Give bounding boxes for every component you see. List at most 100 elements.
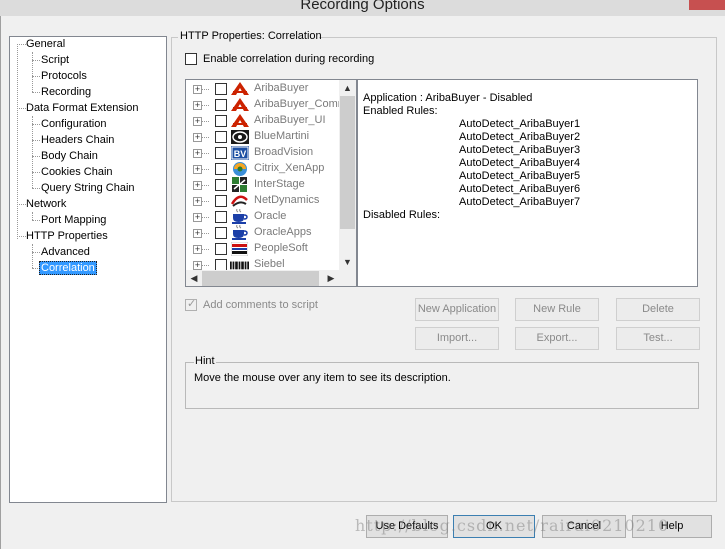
enabled-rule: AutoDetect_AribaBuyer3 (459, 144, 581, 156)
new-rule-button[interactable]: New Rule (515, 298, 599, 321)
scroll-right-arrow-icon[interactable]: ▶ (323, 270, 339, 286)
list-item[interactable]: + AribaBuyer_Comm (186, 97, 347, 113)
tree-line (202, 121, 209, 122)
application-checkbox[interactable] (215, 115, 227, 127)
tree-item-http-properties[interactable]: HTTP Properties (25, 229, 109, 243)
tree-item-network[interactable]: Network (25, 197, 67, 211)
tree-item-protocols[interactable]: Protocols (40, 69, 88, 83)
application-checkbox[interactable] (215, 211, 227, 223)
tree-item-recording[interactable]: Recording (40, 85, 92, 99)
application-name: OracleApps (254, 226, 312, 238)
tree-line (32, 220, 40, 221)
expand-icon[interactable]: + (193, 261, 202, 270)
list-horizontal-scrollbar[interactable]: ◀ ▶ (186, 270, 339, 286)
tree-item-data-format-extension[interactable]: Data Format Extension (25, 101, 140, 115)
expand-icon[interactable]: + (193, 149, 202, 158)
add-comments-label[interactable]: Add comments to script (203, 299, 318, 311)
application-name: Citrix_XenApp (254, 162, 325, 174)
tree-item-headers-chain[interactable]: Headers Chain (40, 133, 115, 147)
tree-item-general[interactable]: General (25, 37, 66, 51)
close-button[interactable] (689, 0, 725, 10)
application-checkbox[interactable] (215, 195, 227, 207)
tree-line (202, 249, 209, 250)
application-checkbox[interactable] (215, 131, 227, 143)
list-item[interactable]: + Citrix_XenApp (186, 161, 338, 177)
enable-correlation-checkbox[interactable] (185, 53, 197, 65)
expand-icon[interactable]: + (193, 229, 202, 238)
list-item[interactable]: + InterStage (186, 177, 338, 193)
new-application-button[interactable]: New Application (415, 298, 499, 321)
list-vertical-scrollbar[interactable]: ▲ ▼ (339, 80, 356, 270)
expand-icon[interactable]: + (193, 101, 202, 110)
tree-item-configuration[interactable]: Configuration (40, 117, 107, 131)
application-name: AribaBuyer_Comm (254, 98, 347, 110)
tree-item-query-string-chain[interactable]: Query String Chain (40, 181, 136, 195)
broadvision-icon: BV (230, 145, 249, 160)
application-checkbox[interactable] (215, 163, 227, 175)
ariba-icon (230, 97, 249, 112)
options-tree[interactable]: General Script Protocols Recording Data … (9, 36, 167, 503)
tree-line (202, 217, 209, 218)
tree-line (32, 124, 40, 125)
scroll-thumb[interactable] (202, 271, 319, 286)
scroll-down-arrow-icon[interactable]: ▼ (339, 254, 356, 270)
import-button[interactable]: Import... (415, 327, 499, 350)
bluemartini-icon (230, 129, 249, 144)
tree-item-port-mapping[interactable]: Port Mapping (40, 213, 107, 227)
scroll-thumb[interactable] (340, 96, 355, 229)
tree-item-script[interactable]: Script (40, 53, 70, 67)
svg-text:BV: BV (233, 149, 246, 159)
application-name: PeopleSoft (254, 242, 308, 254)
application-name: AribaBuyer_UI (254, 114, 326, 126)
expand-icon[interactable]: + (193, 117, 202, 126)
enabled-rule: AutoDetect_AribaBuyer2 (459, 131, 581, 143)
application-list[interactable]: + AribaBuyer + AribaBuyer_Comm + AribaBu… (185, 79, 357, 287)
expand-icon[interactable]: + (193, 197, 202, 206)
list-item[interactable]: + NetDynamics (186, 193, 338, 209)
tree-line (202, 201, 209, 202)
test-button[interactable]: Test... (616, 327, 700, 350)
list-item[interactable]: + BlueMartini (186, 129, 338, 145)
application-checkbox[interactable] (215, 99, 227, 111)
add-comments-checkbox[interactable] (185, 297, 197, 311)
oracle-cup-icon (230, 225, 249, 240)
tree-line (202, 153, 209, 154)
tree-line (202, 169, 209, 170)
delete-button[interactable]: Delete (616, 298, 700, 321)
list-item[interactable]: + AribaBuyer (186, 81, 338, 97)
export-button[interactable]: Export... (515, 327, 599, 350)
application-name: AribaBuyer (254, 82, 309, 94)
tree-line (32, 140, 40, 141)
tree-line (32, 116, 33, 188)
expand-icon[interactable]: + (193, 181, 202, 190)
enabled-rule: AutoDetect_AribaBuyer4 (459, 157, 581, 169)
window-title: Recording Options (300, 0, 425, 13)
expand-icon[interactable]: + (193, 245, 202, 254)
application-checkbox[interactable] (215, 227, 227, 239)
enable-correlation-label[interactable]: Enable correlation during recording (203, 53, 374, 65)
tree-item-advanced[interactable]: Advanced (40, 245, 91, 259)
application-name: NetDynamics (254, 194, 320, 206)
list-item[interactable]: + Oracle (186, 209, 338, 225)
list-item[interactable]: + PeopleSoft (186, 241, 338, 257)
scroll-left-arrow-icon[interactable]: ◀ (186, 270, 202, 286)
expand-icon[interactable]: + (193, 85, 202, 94)
list-item[interactable]: + OracleApps (186, 225, 338, 241)
expand-icon[interactable]: + (193, 165, 202, 174)
watermark: http://blog.csdn.net/rairai0210210 (355, 516, 670, 535)
tree-line (32, 156, 40, 157)
expand-icon[interactable]: + (193, 213, 202, 222)
scroll-up-arrow-icon[interactable]: ▲ (339, 80, 356, 96)
expand-icon[interactable]: + (193, 133, 202, 142)
application-checkbox[interactable] (215, 243, 227, 255)
tree-item-body-chain[interactable]: Body Chain (40, 149, 99, 163)
application-checkbox[interactable] (215, 179, 227, 191)
application-checkbox[interactable] (215, 147, 227, 159)
hint-title: Hint (194, 355, 216, 367)
tree-item-cookies-chain[interactable]: Cookies Chain (40, 165, 114, 179)
list-item[interactable]: + AribaBuyer_UI (186, 113, 338, 129)
application-checkbox[interactable] (215, 83, 227, 95)
tree-item-correlation[interactable]: Correlation (39, 261, 97, 275)
list-item[interactable]: + BV BroadVision (186, 145, 338, 161)
group-frame-top (319, 37, 717, 38)
